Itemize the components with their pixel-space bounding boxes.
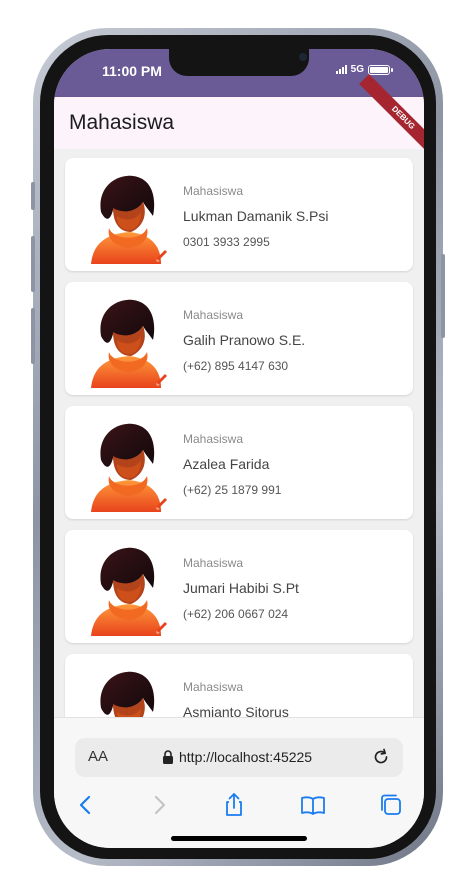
camera-icon — [299, 53, 307, 61]
list-item[interactable]: Mahasiswa Lukman Damanik S.Psi 0301 3933 2… — [65, 158, 413, 271]
list-item[interactable]: Mahasiswa Galih Pranowo S.E. (+62) 895 414… — [65, 282, 413, 395]
silent-switch — [31, 182, 35, 210]
volume-up-button — [31, 236, 35, 292]
avatar — [91, 547, 167, 636]
student-role: Mahasiswa — [183, 308, 244, 322]
text-size-button[interactable]: AA — [88, 748, 108, 765]
student-name: Lukman Damanik S.Psi — [183, 208, 329, 224]
avatar — [100, 671, 155, 717]
student-name: Azalea Farida — [183, 456, 270, 472]
status-indicators: 5G — [335, 64, 393, 75]
student-phone: 0301 3933 2995 — [183, 235, 270, 249]
student-role: Mahasiswa — [183, 432, 244, 446]
student-name: Asmianto Sitorus — [183, 704, 289, 717]
bookmarks-icon[interactable] — [300, 792, 326, 818]
avatar — [91, 423, 167, 512]
list-item[interactable]: Mahasiswa Asmianto Sitorus — [65, 654, 413, 717]
student-phone: (+62) 25 1879 991 — [183, 483, 282, 497]
screen: 11:00 PM 5G Mahasiswa DEBUG Mahasiswa Luk… — [54, 49, 424, 848]
student-phone: (+62) 206 0667 024 — [183, 607, 289, 621]
url-text[interactable]: http://localhost:45225 — [179, 749, 312, 765]
tabs-icon[interactable] — [378, 792, 404, 818]
student-name: Jumari Habibi S.Pt — [183, 580, 299, 596]
reload-icon[interactable] — [371, 747, 391, 767]
browser-toolbar: AA http://localhost:45225 — [54, 717, 424, 848]
list-item[interactable]: Mahasiswa Azalea Farida (+62) 25 1879 991 — [65, 406, 413, 519]
signal-icon — [335, 65, 347, 74]
page-title: Mahasiswa — [69, 111, 175, 134]
back-icon[interactable] — [73, 792, 99, 818]
share-icon[interactable] — [221, 792, 247, 818]
app-bar: Mahasiswa DEBUG — [54, 74, 424, 162]
avatar — [91, 175, 167, 264]
forward-icon[interactable] — [146, 792, 172, 818]
avatar — [91, 299, 167, 388]
address-bar[interactable]: AA http://localhost:45225 — [75, 738, 403, 777]
student-role: Mahasiswa — [183, 184, 244, 198]
student-phone: (+62) 895 4147 630 — [183, 359, 289, 373]
status-time: 11:00 PM — [102, 63, 162, 79]
list-item[interactable]: Mahasiswa Jumari Habibi S.Pt (+62) 206 066… — [65, 530, 413, 643]
student-name: Galih Pranowo S.E. — [183, 332, 306, 348]
home-indicator — [171, 836, 307, 841]
student-role: Mahasiswa — [183, 680, 244, 694]
student-list[interactable]: Mahasiswa Lukman Damanik S.Psi 0301 3933 2… — [54, 149, 424, 717]
volume-down-button — [31, 308, 35, 364]
battery-icon — [368, 64, 393, 75]
network-label: 5G — [350, 64, 364, 75]
notch — [169, 49, 309, 76]
power-button — [441, 254, 445, 338]
student-role: Mahasiswa — [183, 556, 244, 570]
lock-icon — [163, 750, 173, 764]
